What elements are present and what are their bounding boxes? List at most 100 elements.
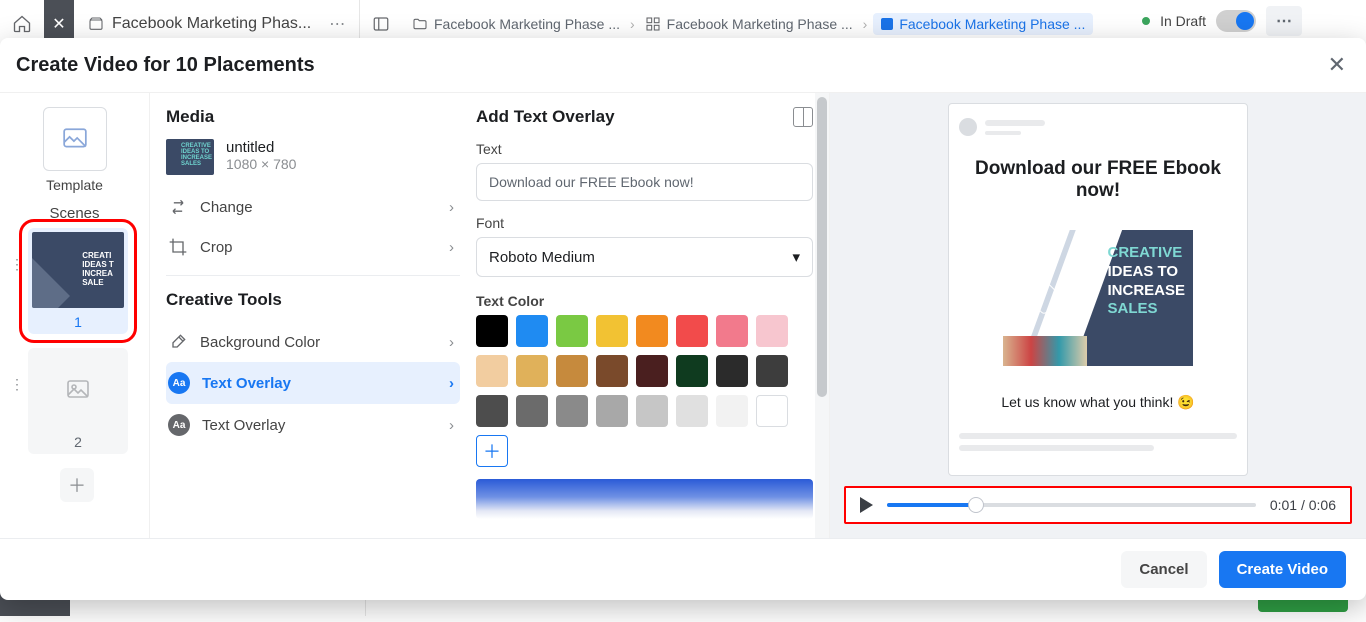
color-swatch[interactable] (756, 395, 788, 427)
media-name: untitled (226, 139, 296, 156)
scene-card-2[interactable]: 2 (28, 348, 128, 454)
swap-icon (168, 197, 188, 217)
home-icon[interactable] (0, 14, 44, 34)
text-overlay-icon: Aa (168, 372, 190, 394)
hero-line: SALES (1107, 300, 1185, 319)
scene-number: 1 (32, 314, 124, 330)
play-icon[interactable] (860, 497, 873, 513)
status-toggle[interactable] (1216, 10, 1256, 32)
panel-toggle-icon[interactable] (372, 15, 390, 33)
bg-color-row[interactable]: Background Color › (166, 322, 460, 362)
color-swatch[interactable] (676, 315, 708, 347)
image-icon (58, 126, 92, 152)
hero-line: INCREASE (1107, 282, 1185, 301)
image-icon (63, 378, 93, 402)
color-swatch[interactable] (716, 315, 748, 347)
color-swatch[interactable] (636, 315, 668, 347)
color-swatch[interactable] (636, 395, 668, 427)
chevron-right-icon: › (449, 334, 454, 351)
font-select-value: Roboto Medium (489, 249, 595, 266)
chevron-right-icon: › (630, 16, 635, 32)
breadcrumb-label: Facebook Marketing Phase ... (899, 16, 1085, 32)
color-swatch[interactable] (556, 395, 588, 427)
overlay-text-input[interactable] (476, 163, 813, 201)
template-label: Template (8, 177, 141, 193)
color-swatch[interactable] (636, 355, 668, 387)
preview-overlay-text: Download our FREE Ebook now! (959, 158, 1237, 202)
color-swatch[interactable] (476, 355, 508, 387)
chevron-down-icon: ▾ (792, 248, 800, 266)
tool-label: Change (200, 199, 253, 216)
drag-handle-icon[interactable]: ⋮⋮ (10, 228, 28, 273)
color-swatch[interactable] (676, 355, 708, 387)
preview-caption: Let us know what you think! 😉 (959, 394, 1237, 411)
ad-icon (881, 18, 893, 30)
crop-icon (168, 237, 188, 257)
avatar (959, 118, 977, 136)
color-swatch[interactable] (516, 395, 548, 427)
tool-label: Crop (200, 239, 233, 256)
color-swatch[interactable] (516, 315, 548, 347)
color-swatch[interactable] (716, 395, 748, 427)
create-video-button[interactable]: Create Video (1219, 551, 1346, 588)
color-swatch[interactable] (756, 315, 788, 347)
cancel-button[interactable]: Cancel (1121, 551, 1206, 588)
workspace-tab-label: Facebook Marketing Phas... (112, 15, 311, 33)
eyedropper-icon (168, 332, 188, 352)
progress-handle[interactable] (968, 497, 984, 513)
create-video-modal: Create Video for 10 Placements ✕ Templat… (0, 38, 1366, 600)
scene-number: 2 (32, 434, 124, 450)
color-swatch[interactable] (596, 315, 628, 347)
color-swatch[interactable] (756, 355, 788, 387)
scene-card-1[interactable]: CREATI IDEAS T INCREA SALE 1 (28, 228, 128, 334)
drag-handle-icon[interactable]: ⋮⋮ (10, 348, 28, 393)
font-select[interactable]: Roboto Medium ▾ (476, 237, 813, 277)
chevron-right-icon: › (449, 375, 454, 392)
add-scene-button[interactable]: ＋ (60, 468, 94, 502)
close-icon[interactable]: ✕ (1328, 52, 1346, 78)
color-swatch[interactable] (556, 355, 588, 387)
media-change-row[interactable]: Change › (166, 187, 460, 227)
color-swatch[interactable] (556, 315, 588, 347)
scrollbar[interactable] (815, 93, 829, 538)
hero-line: CREATIVE (1107, 244, 1185, 263)
color-swatch[interactable] (476, 395, 508, 427)
color-swatch[interactable] (676, 395, 708, 427)
more-menu-button[interactable]: ⋯ (1266, 6, 1302, 36)
breadcrumb-label: Facebook Marketing Phase ... (434, 16, 620, 32)
chevron-right-icon: › (863, 16, 868, 32)
add-color-button[interactable]: ＋ (476, 435, 508, 467)
preview-hero-image: CREATIVE IDEAS TO INCREASE SALES (1003, 230, 1193, 366)
preview-post: Download our FREE Ebook now! CREATIVE ID… (948, 103, 1248, 476)
tool-label: Text Overlay (202, 417, 285, 434)
folder-icon (412, 16, 428, 32)
breadcrumb-item-3[interactable]: Facebook Marketing Phase ... (873, 13, 1093, 35)
overlay-heading: Add Text Overlay (476, 107, 615, 127)
text-overlay-icon: Aa (168, 414, 190, 436)
chevron-right-icon: › (449, 239, 454, 256)
status-text: In Draft (1160, 13, 1206, 29)
breadcrumb-item-1[interactable]: Facebook Marketing Phase ... (408, 16, 624, 32)
chevron-right-icon: › (449, 199, 454, 216)
color-swatch[interactable] (596, 395, 628, 427)
time-display: 0:01 / 0:06 (1270, 497, 1336, 513)
font-label: Font (476, 215, 813, 231)
panel-layout-icon[interactable] (793, 107, 813, 127)
breadcrumb-item-2[interactable]: Facebook Marketing Phase ... (641, 16, 857, 32)
template-tile[interactable] (43, 107, 107, 171)
media-crop-row[interactable]: Crop › (166, 227, 460, 267)
status-dot-icon (1142, 17, 1150, 25)
media-thumbnail: CREATIVEIDEAS TOINCREASESALES (166, 139, 214, 175)
progress-track[interactable] (887, 503, 1256, 507)
breadcrumb-label: Facebook Marketing Phase ... (667, 16, 853, 32)
text-overlay-row-active[interactable]: Aa Text Overlay › (166, 362, 460, 404)
color-swatch[interactable] (596, 355, 628, 387)
chevron-right-icon: › (449, 417, 454, 434)
text-label: Text (476, 141, 813, 157)
color-gradient-slider[interactable] (476, 479, 813, 519)
tool-label: Text Overlay (202, 375, 291, 392)
color-swatch[interactable] (516, 355, 548, 387)
text-overlay-row-2[interactable]: Aa Text Overlay › (166, 404, 460, 446)
color-swatch[interactable] (476, 315, 508, 347)
color-swatch[interactable] (716, 355, 748, 387)
